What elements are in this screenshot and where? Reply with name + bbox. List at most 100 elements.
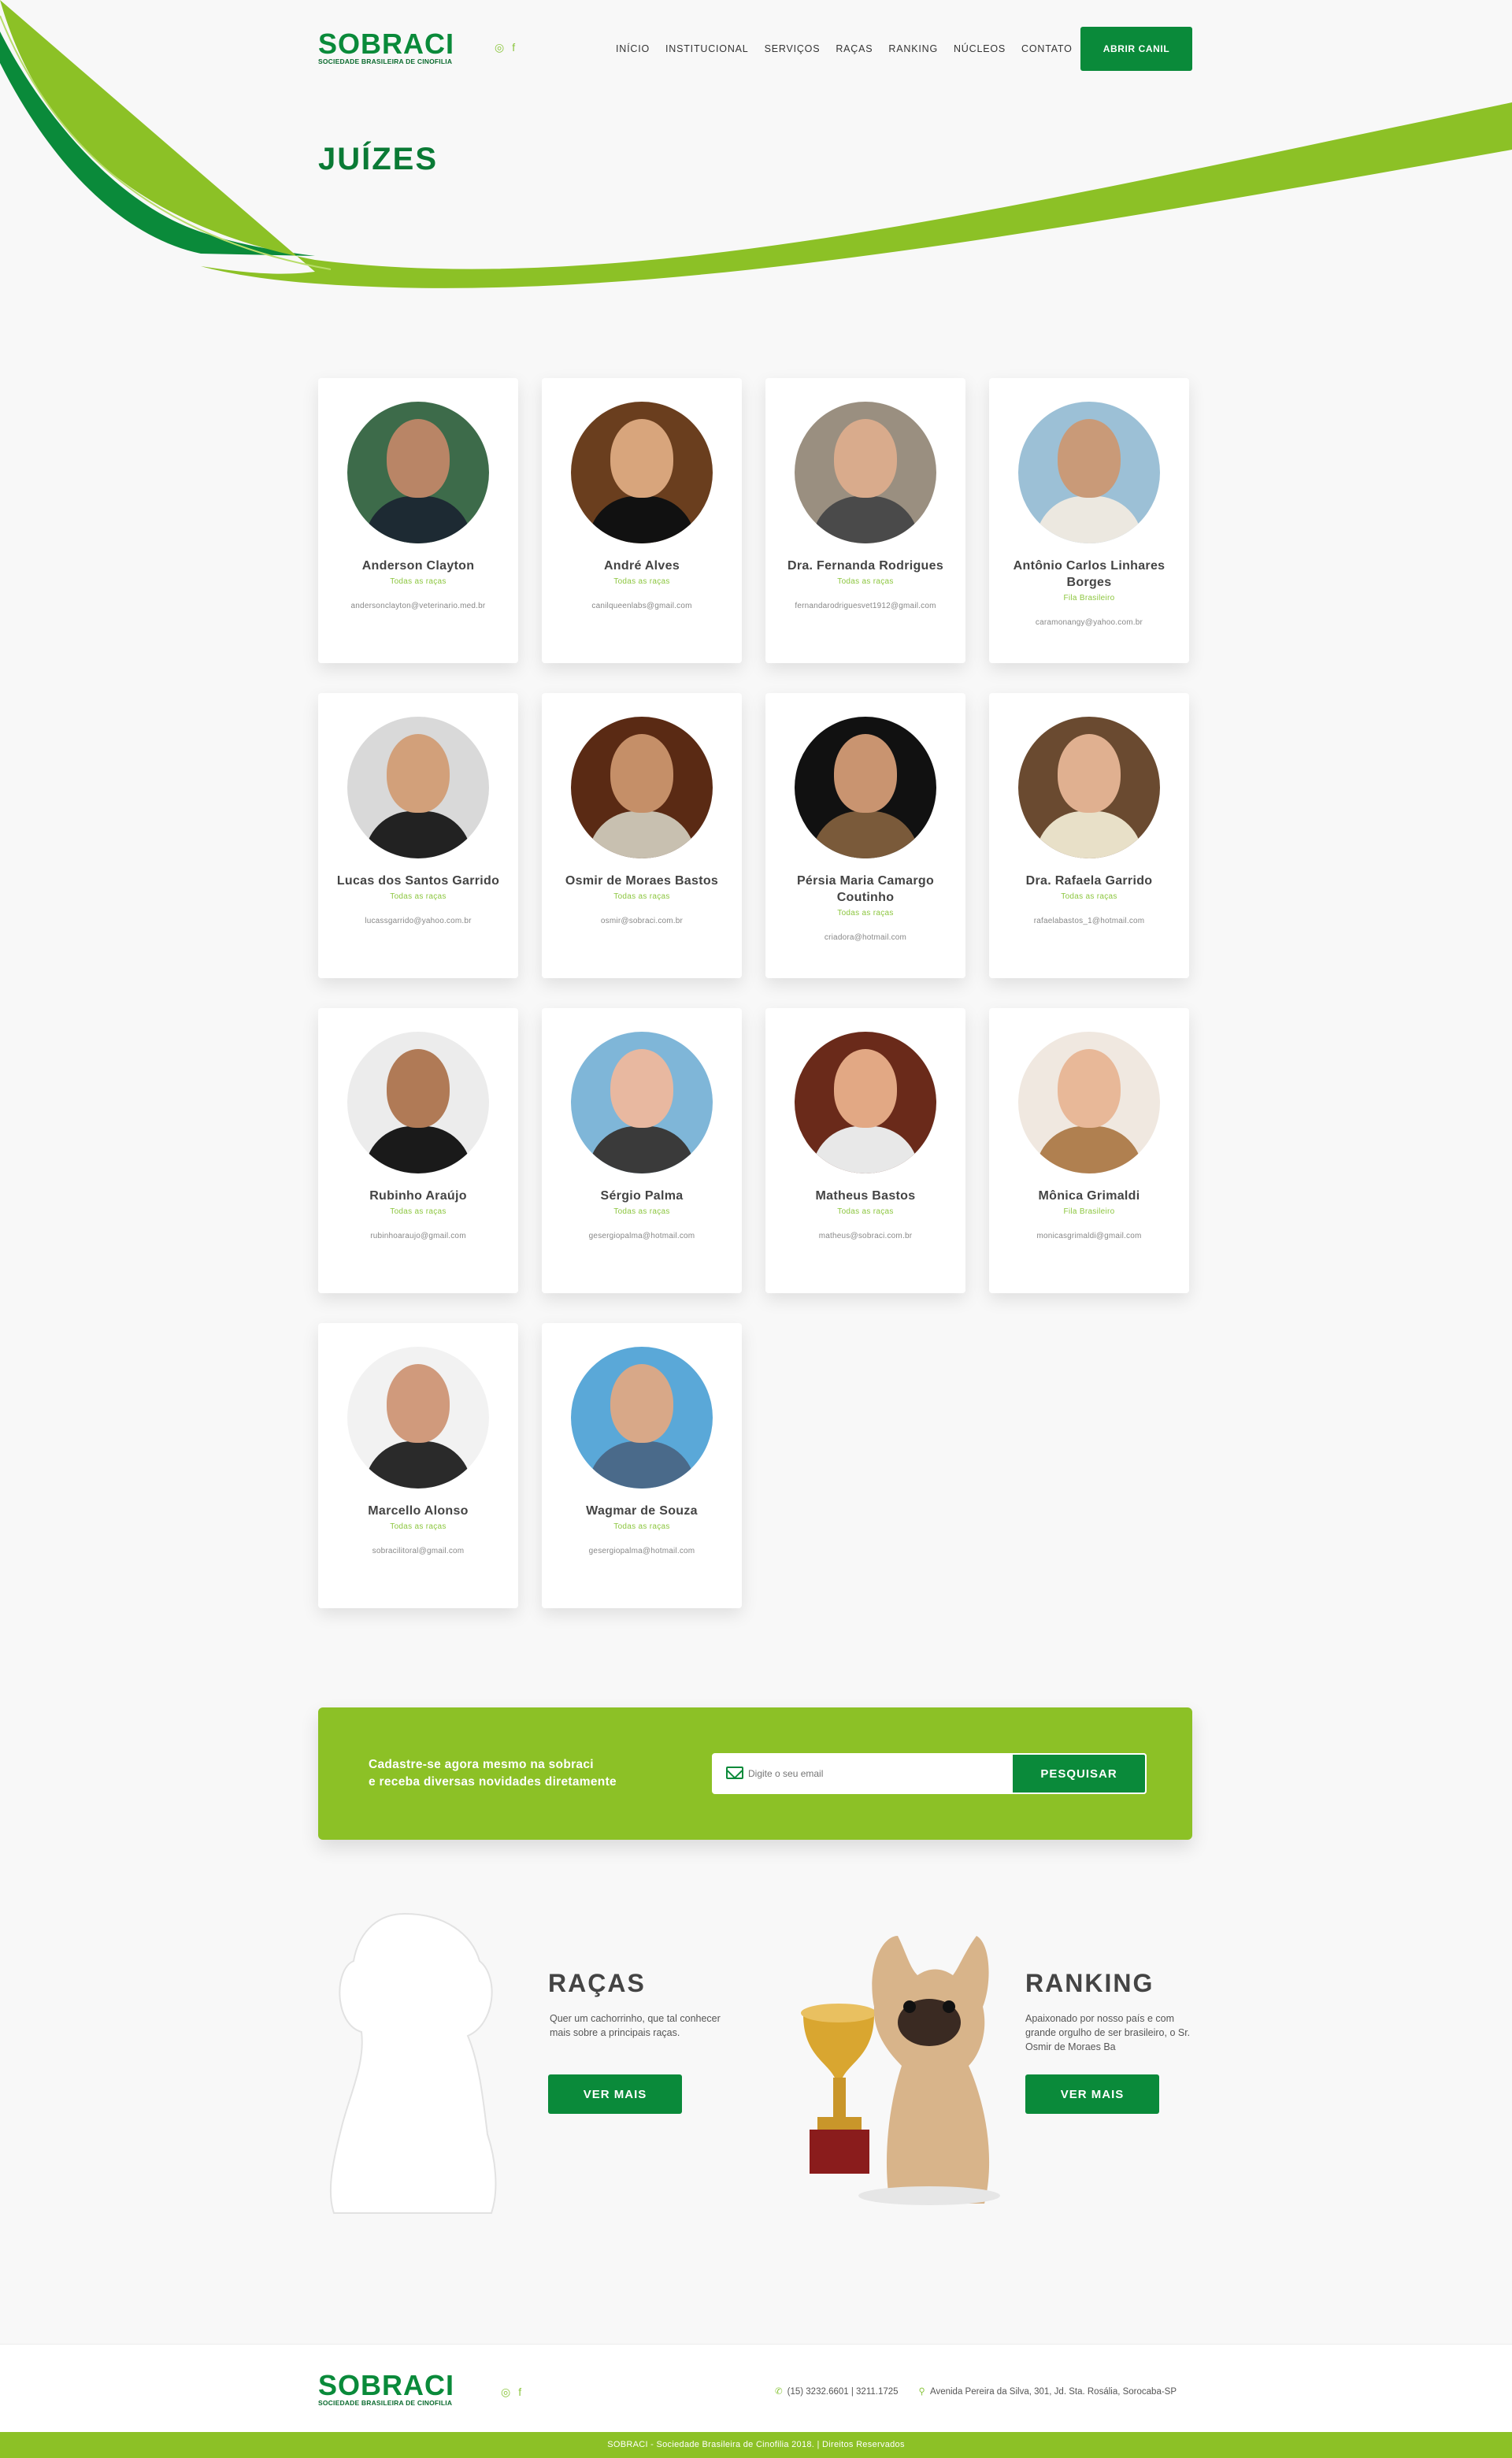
judge-photo — [347, 717, 489, 858]
site-logo[interactable]: SOBRACI SOCIEDADE BRASILEIRA DE CINOFILI… — [318, 28, 480, 66]
judge-email[interactable]: sobracilitoral@gmail.com — [318, 1547, 518, 1555]
newsletter-line-1: Cadastre-se agora mesmo na sobraci — [369, 1758, 594, 1771]
judge-breed: Todas as raças — [1061, 892, 1117, 901]
ranking-title: RANKING — [1025, 1969, 1154, 1997]
judge-card[interactable]: Wagmar de Souza Todas as raças gesergiop… — [542, 1323, 742, 1608]
judge-photo — [347, 1032, 489, 1173]
racas-see-more-button[interactable]: VER MAIS — [548, 2074, 682, 2114]
judge-email[interactable]: gesergiopalma@hotmail.com — [542, 1232, 742, 1240]
judge-breed: Todas as raças — [837, 1207, 894, 1216]
dog-silhouette-illustration — [329, 1912, 497, 2214]
judge-email[interactable]: andersonclayton@veterinario.med.br — [318, 602, 518, 610]
judge-email[interactable]: caramonangy@yahoo.com.br — [989, 618, 1189, 627]
judge-card[interactable]: Marcello Alonso Todas as raças sobracili… — [318, 1323, 518, 1608]
judge-photo — [571, 402, 713, 543]
judge-breed: Todas as raças — [613, 577, 670, 586]
footer-social: ◎ f — [501, 2386, 521, 2399]
judge-photo — [347, 402, 489, 543]
judge-email[interactable]: criadora@hotmail.com — [765, 933, 965, 942]
nav-ranking[interactable]: RANKING — [888, 43, 938, 54]
site-footer: SOBRACI SOCIEDADE BRASILEIRA DE CINOFILI… — [0, 2344, 1512, 2432]
logo-wordmark: SOBRACI — [318, 28, 455, 60]
judge-breed: Todas as raças — [613, 1522, 670, 1531]
footer-contact: ✆ (15) 3232.6601 | 3211.1725 ⚲ Avenida Per… — [775, 2386, 1177, 2397]
judge-card[interactable]: Antônio Carlos Linhares Borges Fila Bras… — [989, 378, 1189, 663]
nav-servicos[interactable]: SERVIÇOS — [765, 43, 821, 54]
judge-email[interactable]: rubinhoaraujo@gmail.com — [318, 1232, 518, 1240]
judges-grid: Anderson Clayton Todas as raças anderson… — [318, 378, 1192, 1638]
judge-name: Matheus Bastos — [815, 1189, 916, 1203]
nav-nucleos[interactable]: NÚCLEOS — [954, 43, 1006, 54]
judge-photo — [571, 1032, 713, 1173]
racas-title: RAÇAS — [548, 1969, 646, 1997]
newsletter-line-2: e receba diversas novidades diretamente — [369, 1775, 617, 1789]
nav-institucional[interactable]: INSTITUCIONAL — [665, 43, 749, 54]
footer-logo-tagline: SOCIEDADE BRASILEIRA DE CINOFILIA — [318, 2399, 453, 2407]
facebook-icon[interactable]: f — [518, 2386, 521, 2399]
envelope-icon — [726, 1767, 743, 1779]
open-kennel-button[interactable]: ABRIR CANIL — [1080, 27, 1192, 71]
judge-breed: Todas as raças — [390, 892, 447, 901]
judge-card[interactable]: Matheus Bastos Todas as raças matheus@so… — [765, 1008, 965, 1293]
judge-card[interactable]: Osmir de Moraes Bastos Todas as raças os… — [542, 693, 742, 978]
judge-card[interactable]: Dra. Fernanda Rodrigues Todas as raças f… — [765, 378, 965, 663]
judge-breed: Todas as raças — [613, 1207, 670, 1216]
judge-card[interactable]: Rubinho Araújo Todas as raças rubinhoara… — [318, 1008, 518, 1293]
instagram-icon[interactable]: ◎ — [501, 2386, 510, 2399]
judge-email[interactable]: rafaelabastos_1@hotmail.com — [989, 917, 1189, 925]
footer-phone-text: (15) 3232.6601 | 3211.1725 — [787, 2387, 899, 2397]
judge-breed: Todas as raças — [390, 577, 447, 586]
newsletter-submit-button[interactable]: PESQUISAR — [1011, 1753, 1147, 1794]
judge-card[interactable]: Anderson Clayton Todas as raças anderson… — [318, 378, 518, 663]
phone-icon: ✆ — [775, 2387, 783, 2397]
judge-email[interactable]: fernandarodriguesvet1912@gmail.com — [765, 602, 965, 610]
newsletter-email-input[interactable] — [748, 1764, 1000, 1783]
ranking-description: Apaixonado por nosso país e com grande o… — [1025, 2013, 1191, 2052]
judge-card[interactable]: Mônica Grimaldi Fila Brasileiro monicasg… — [989, 1008, 1189, 1293]
judge-name: Marcello Alonso — [368, 1504, 469, 1518]
judge-card[interactable]: Lucas dos Santos Garrido Todas as raças … — [318, 693, 518, 978]
newsletter-text: Cadastre-se agora mesmo na sobraci e rec… — [369, 1756, 617, 1791]
footer-logo-wordmark: SOBRACI — [318, 2369, 455, 2401]
judge-breed: Todas as raças — [390, 1522, 447, 1531]
judge-email[interactable]: gesergiopalma@hotmail.com — [542, 1547, 742, 1555]
judge-photo — [347, 1347, 489, 1489]
site-header: SOBRACI SOCIEDADE BRASILEIRA DE CINOFILI… — [318, 27, 1192, 72]
nav-inicio[interactable]: INÍCIO — [616, 43, 650, 54]
main-nav: INÍCIO INSTITUCIONAL SERVIÇOS RAÇAS RANK… — [616, 43, 1073, 54]
judge-breed: Todas as raças — [390, 1207, 447, 1216]
judge-photo — [795, 402, 936, 543]
judge-card[interactable]: André Alves Todas as raças canilqueenlab… — [542, 378, 742, 663]
judge-name: André Alves — [603, 559, 680, 573]
judge-card[interactable]: Dra. Rafaela Garrido Todas as raças rafa… — [989, 693, 1189, 978]
judge-card[interactable]: Pérsia Maria Camargo Coutinho Todas as r… — [765, 693, 965, 978]
judge-photo — [571, 1347, 713, 1489]
ranking-see-more-button[interactable]: VER MAIS — [1025, 2074, 1159, 2114]
newsletter-form: PESQUISAR — [712, 1753, 1147, 1794]
judge-email[interactable]: monicasgrimaldi@gmail.com — [989, 1232, 1189, 1240]
racas-description: Quer um cachorrinho, que tal conhecer ma… — [550, 2013, 721, 2038]
judge-name: Rubinho Araújo — [369, 1189, 467, 1203]
judge-email[interactable]: lucassgarrido@yahoo.com.br — [318, 917, 518, 925]
page-title: JUÍZES — [318, 142, 439, 176]
judge-name: Pérsia Maria Camargo Coutinho — [796, 874, 935, 904]
judge-breed: Fila Brasileiro — [1063, 594, 1115, 602]
footer-address: ⚲ Avenida Pereira da Silva, 301, Jd. Sta.… — [919, 2386, 1177, 2397]
judge-email[interactable]: osmir@sobraci.com.br — [542, 917, 742, 925]
judge-name: Anderson Clayton — [361, 559, 475, 573]
nav-racas[interactable]: RAÇAS — [836, 43, 873, 54]
judge-card[interactable]: Sérgio Palma Todas as raças gesergiopalm… — [542, 1008, 742, 1293]
footer-address-text: Avenida Pereira da Silva, 301, Jd. Sta. … — [929, 2387, 1177, 2397]
facebook-icon[interactable]: f — [512, 41, 515, 54]
judge-photo — [795, 717, 936, 858]
footer-phone: ✆ (15) 3232.6601 | 3211.1725 — [775, 2386, 899, 2397]
judge-name: Antônio Carlos Linhares Borges — [1013, 559, 1166, 589]
judge-email[interactable]: canilqueenlabs@gmail.com — [542, 602, 742, 610]
instagram-icon[interactable]: ◎ — [495, 41, 504, 54]
header-social: ◎ f — [495, 41, 515, 54]
judge-email[interactable]: matheus@sobraci.com.br — [765, 1232, 965, 1240]
judge-name: Dra. Rafaela Garrido — [1025, 874, 1153, 888]
nav-contato[interactable]: CONTATO — [1021, 43, 1073, 54]
footer-logo[interactable]: SOBRACI SOCIEDADE BRASILEIRA DE CINOFILI… — [318, 2369, 480, 2408]
judge-name: Mônica Grimaldi — [1038, 1189, 1140, 1203]
